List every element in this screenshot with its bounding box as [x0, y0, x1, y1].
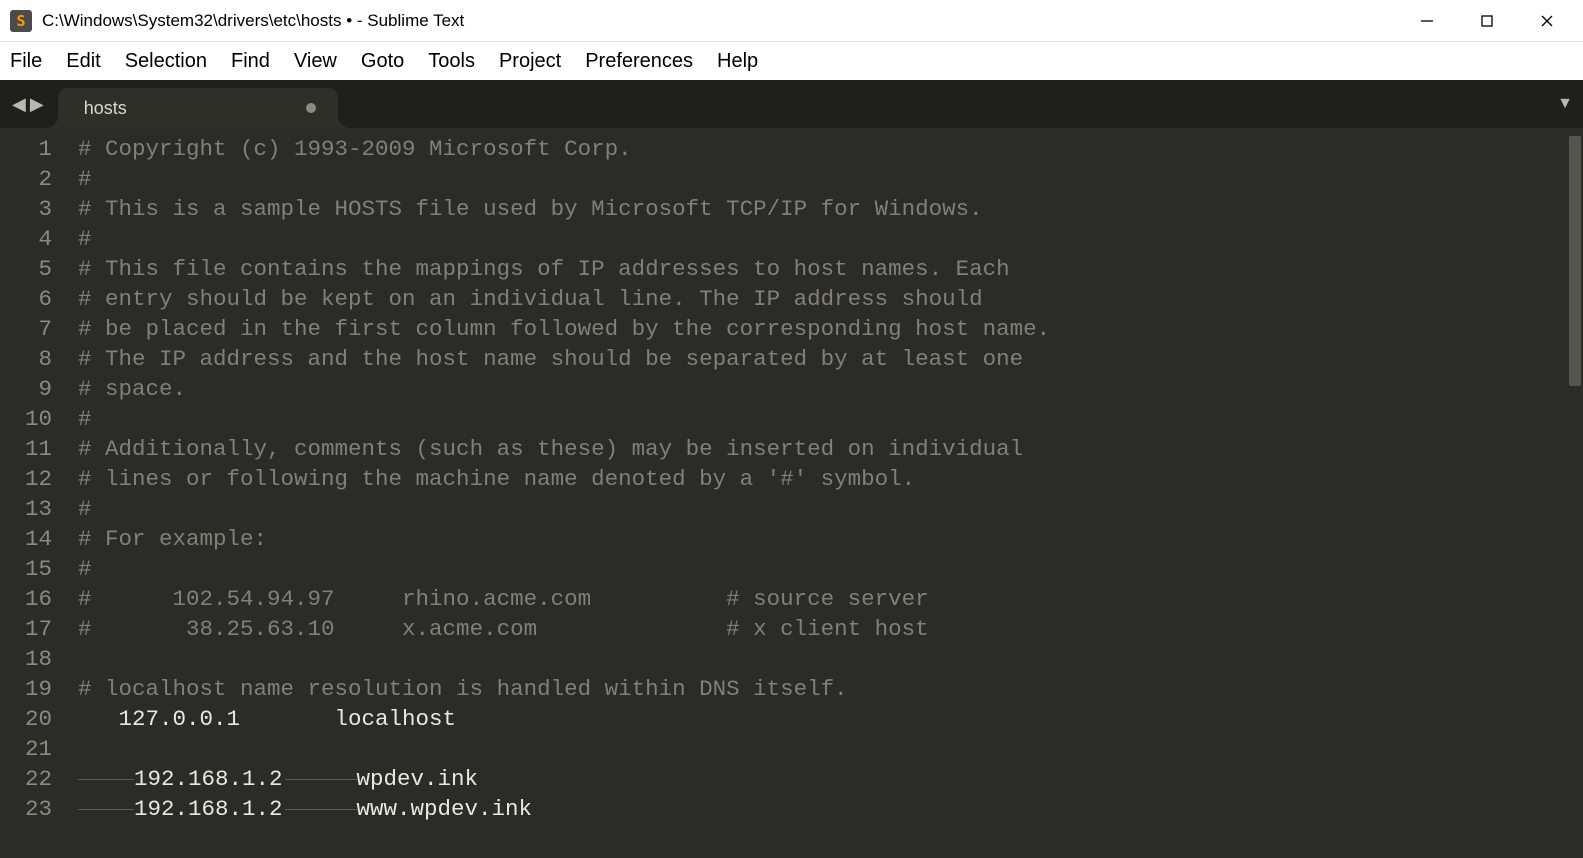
line-number: 9 [0, 374, 52, 404]
menu-edit[interactable]: Edit [54, 44, 112, 79]
menu-project[interactable]: Project [487, 44, 573, 79]
menubar: File Edit Selection Find View Goto Tools… [0, 42, 1583, 80]
tab-hosts[interactable]: hosts [58, 88, 338, 128]
tab-dirty-dot-icon [306, 103, 316, 113]
vertical-scrollbar[interactable] [1569, 136, 1581, 386]
code-line[interactable]: # [78, 164, 1583, 194]
code-line[interactable]: # [78, 494, 1583, 524]
tab-overflow-icon[interactable]: ▼ [1557, 95, 1573, 113]
menu-tools[interactable]: Tools [416, 44, 487, 79]
line-number: 6 [0, 284, 52, 314]
line-number: 23 [0, 794, 52, 824]
tabbar: ◀ ▶ hosts ▼ [0, 80, 1583, 128]
line-number: 5 [0, 254, 52, 284]
code-line[interactable]: 192.168.1.2 wpdev.ink [78, 764, 1583, 794]
line-number: 20 [0, 704, 52, 734]
sublime-app-icon: S [10, 10, 32, 32]
line-number: 10 [0, 404, 52, 434]
code-line[interactable]: # The IP address and the host name shoul… [78, 344, 1583, 374]
line-number: 16 [0, 584, 52, 614]
nav-back-icon[interactable]: ◀ [12, 94, 26, 115]
line-number: 3 [0, 194, 52, 224]
line-number: 8 [0, 344, 52, 374]
hosts-hostname: www.wpdev.ink [357, 794, 533, 824]
line-number: 22 [0, 764, 52, 794]
maximize-icon [1480, 14, 1494, 28]
code-line[interactable]: # space. [78, 374, 1583, 404]
code-line[interactable]: # [78, 404, 1583, 434]
line-number: 13 [0, 494, 52, 524]
window-titlebar: S C:\Windows\System32\drivers\etc\hosts … [0, 0, 1583, 42]
menu-find[interactable]: Find [219, 44, 282, 79]
menu-goto[interactable]: Goto [349, 44, 416, 79]
code-line[interactable]: # [78, 554, 1583, 584]
menu-preferences[interactable]: Preferences [573, 44, 705, 79]
line-number: 1 [0, 134, 52, 164]
code-line[interactable]: # For example: [78, 524, 1583, 554]
code-line[interactable]: # [78, 224, 1583, 254]
menu-file[interactable]: File [6, 44, 54, 79]
code-line[interactable]: # 102.54.94.97 rhino.acme.com # source s… [78, 584, 1583, 614]
line-number: 15 [0, 554, 52, 584]
close-icon [1540, 14, 1554, 28]
hosts-hostname: wpdev.ink [357, 764, 479, 794]
window-maximize-button[interactable] [1457, 1, 1517, 41]
hosts-ip: 192.168.1.2 [134, 794, 283, 824]
code-line[interactable]: # localhost name resolution is handled w… [78, 674, 1583, 704]
line-number: 2 [0, 164, 52, 194]
whitespace-indicator-icon [285, 809, 357, 810]
window-minimize-button[interactable] [1397, 1, 1457, 41]
menu-help[interactable]: Help [705, 44, 770, 79]
whitespace-indicator-icon [285, 779, 357, 780]
line-number: 19 [0, 674, 52, 704]
code-line[interactable]: # This is a sample HOSTS file used by Mi… [78, 194, 1583, 224]
line-number: 14 [0, 524, 52, 554]
whitespace-indicator-icon [78, 809, 134, 810]
tab-label: hosts [84, 98, 127, 119]
editor[interactable]: 1234567891011121314151617181920212223 # … [0, 128, 1583, 858]
code-line[interactable] [78, 734, 1583, 764]
whitespace-indicator-icon [78, 779, 134, 780]
line-number: 18 [0, 644, 52, 674]
code-area[interactable]: # Copyright (c) 1993-2009 Microsoft Corp… [66, 128, 1583, 858]
window-close-button[interactable] [1517, 1, 1577, 41]
line-number: 17 [0, 614, 52, 644]
code-line[interactable]: # This file contains the mappings of IP … [78, 254, 1583, 284]
line-number: 21 [0, 734, 52, 764]
code-line[interactable]: 127.0.0.1 localhost [78, 704, 1583, 734]
code-line[interactable]: # Copyright (c) 1993-2009 Microsoft Corp… [78, 134, 1583, 164]
code-line[interactable]: # 38.25.63.10 x.acme.com # x client host [78, 614, 1583, 644]
code-line[interactable]: 192.168.1.2 www.wpdev.ink [78, 794, 1583, 824]
code-line[interactable]: # Additionally, comments (such as these)… [78, 434, 1583, 464]
line-number: 4 [0, 224, 52, 254]
hosts-ip: 192.168.1.2 [134, 764, 283, 794]
window-title: C:\Windows\System32\drivers\etc\hosts • … [42, 11, 464, 31]
code-line[interactable]: # lines or following the machine name de… [78, 464, 1583, 494]
line-number-gutter: 1234567891011121314151617181920212223 [0, 128, 66, 858]
line-number: 11 [0, 434, 52, 464]
minimize-icon [1420, 14, 1434, 28]
menu-selection[interactable]: Selection [113, 44, 219, 79]
menu-view[interactable]: View [282, 44, 349, 79]
code-line[interactable]: # entry should be kept on an individual … [78, 284, 1583, 314]
line-number: 12 [0, 464, 52, 494]
code-line[interactable]: # be placed in the first column followed… [78, 314, 1583, 344]
code-line[interactable] [78, 644, 1583, 674]
line-number: 7 [0, 314, 52, 344]
